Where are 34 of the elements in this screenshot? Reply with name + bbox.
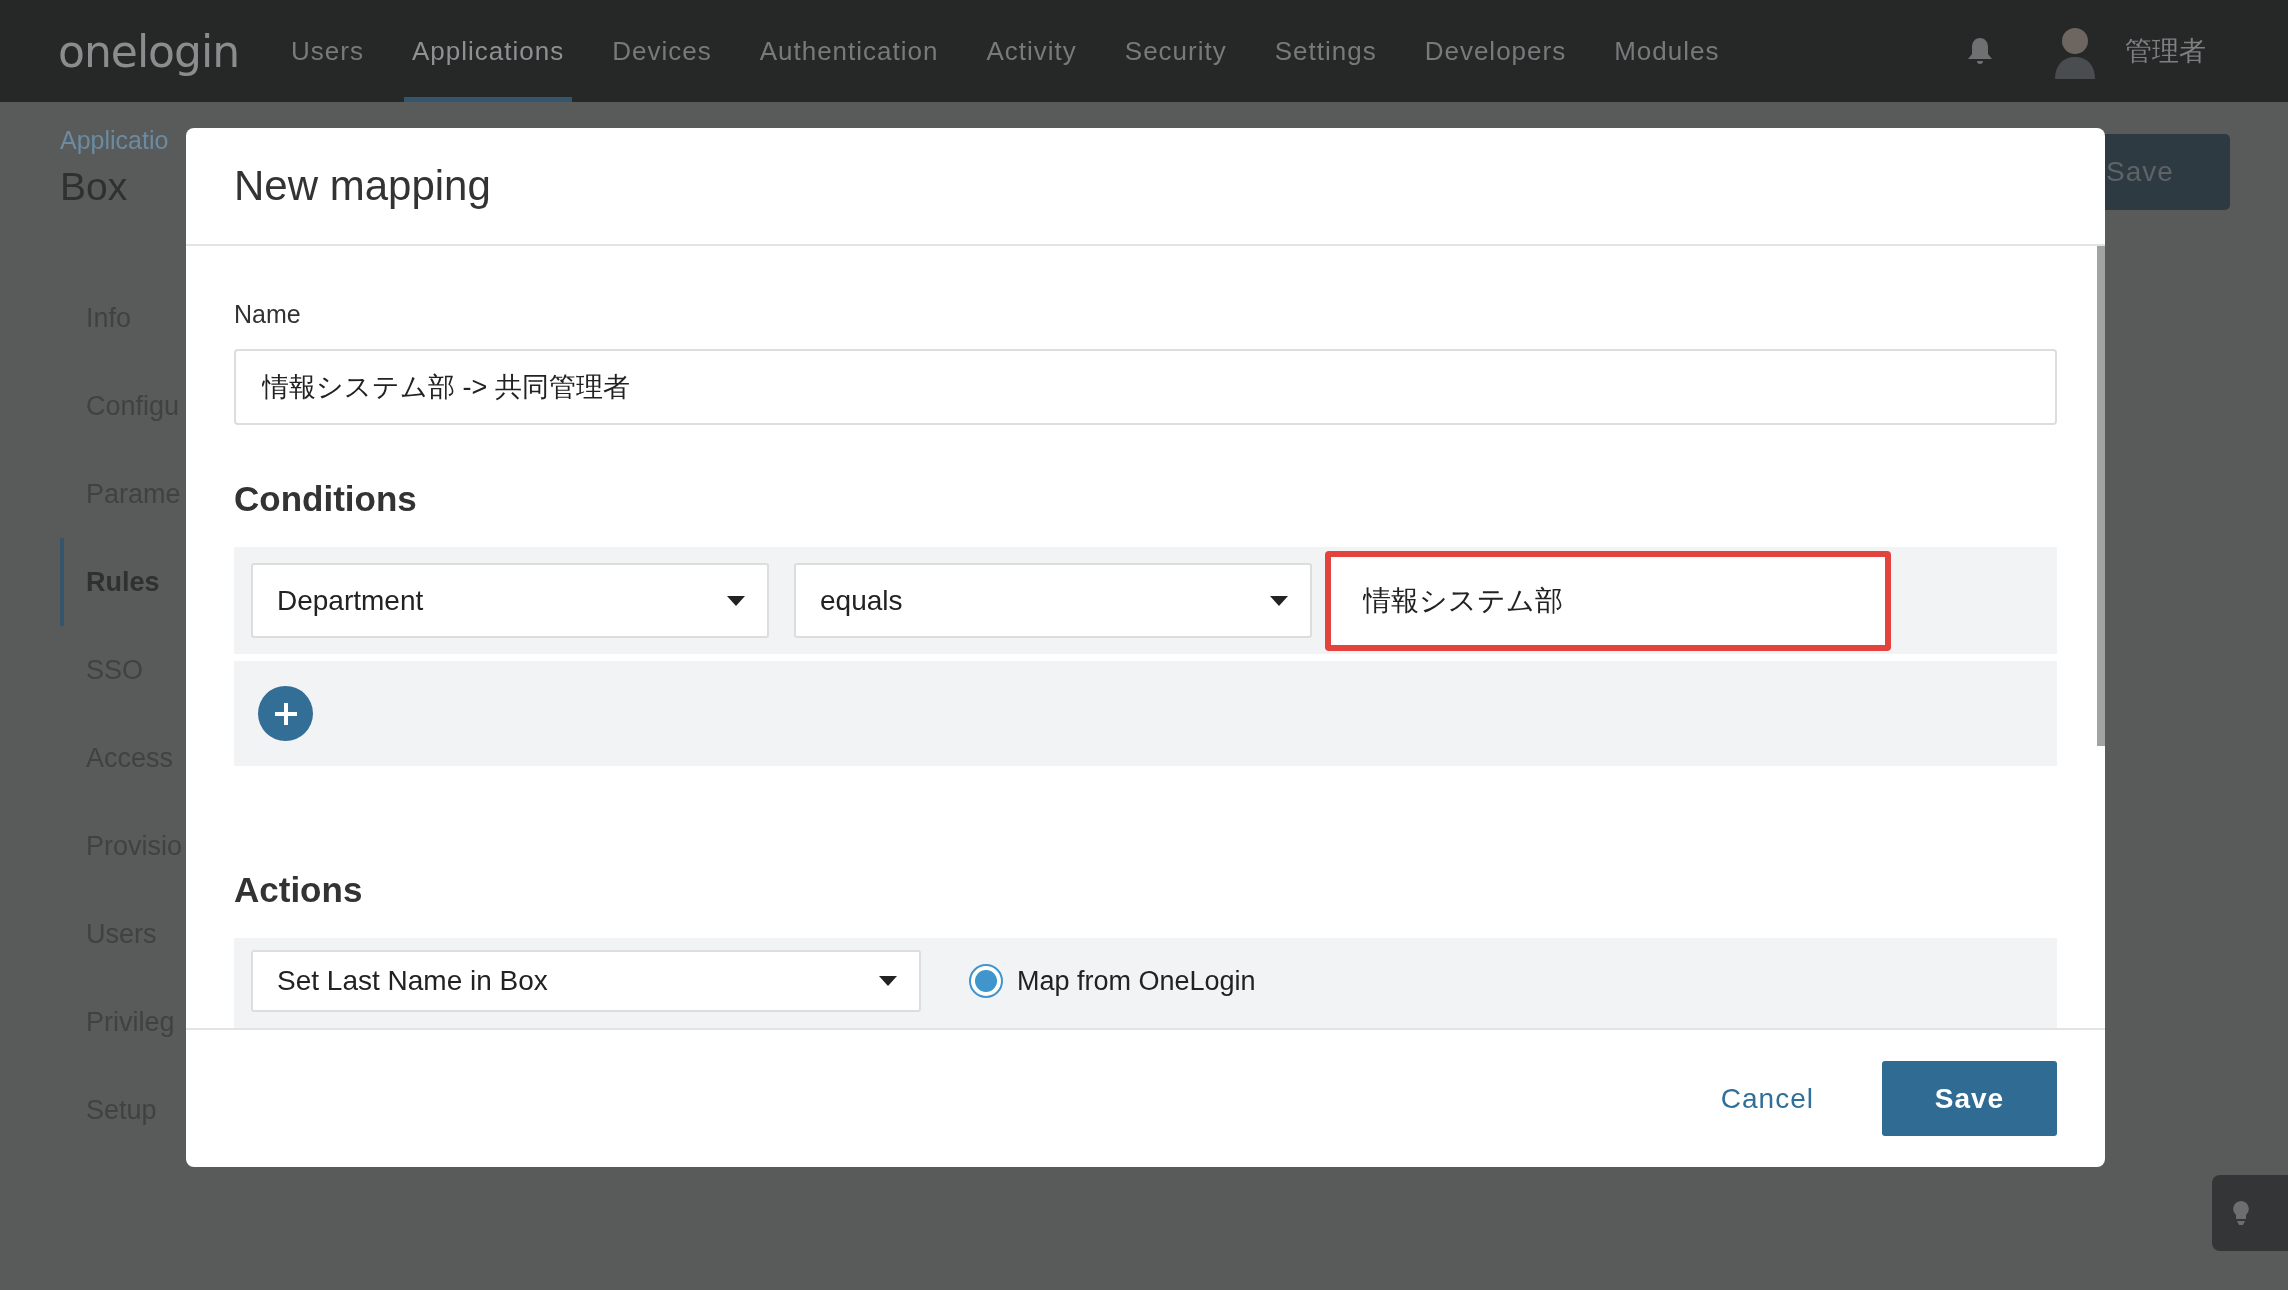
nav-tab[interactable]: Authentication [751,0,947,102]
caret-icon [1270,595,1288,606]
dialog-title: New mapping [234,162,491,210]
section-heading: Actions [234,870,364,910]
field-dropdown[interactable]: Department [251,563,769,638]
breadcrumb-link[interactable]: Applicatio [60,126,169,155]
radio-button[interactable] [969,964,1003,998]
nav-tab[interactable]: Settings [1266,0,1385,102]
nav-tab[interactable]: Users [283,0,372,102]
field-label: Name [234,300,302,329]
operator-dropdown[interactable]: equals [794,563,1312,638]
bell-icon[interactable] [1967,36,1993,66]
light-bulb-icon [2232,1200,2250,1226]
nav-tab[interactable]: Devices [604,0,720,102]
scrollbar-thumb[interactable] [2097,246,2105,746]
section-heading: Conditions [234,479,418,519]
nav-tab[interactable]: Modules [1606,0,1728,102]
user-name[interactable]: 管理者 [2125,33,2206,69]
nav-tab[interactable]: Applications [403,0,573,102]
save-button[interactable]: Save [1882,1061,2057,1136]
value-field[interactable]: 情報システム部 [1325,550,1891,651]
help-tab[interactable] [2212,1175,2288,1251]
radio-label[interactable]: Map from OneLogin [1017,965,1256,997]
logo[interactable]: onelogin [58,25,240,77]
nav-tab[interactable]: Developers [1416,0,1575,102]
cancel-button[interactable]: Cancel [1714,1081,1820,1116]
nav-tab[interactable]: Security [1116,0,1235,102]
caret-icon [879,976,897,986]
plus-icon [274,702,297,725]
name-field[interactable]: 情報システム部 -> 共同管理者 [234,349,2057,425]
nav-tab[interactable]: Activity [978,0,1085,102]
caret-icon [727,595,745,606]
action-dropdown[interactable]: Set Last Name in Box [251,950,921,1012]
add-button[interactable] [258,686,313,741]
